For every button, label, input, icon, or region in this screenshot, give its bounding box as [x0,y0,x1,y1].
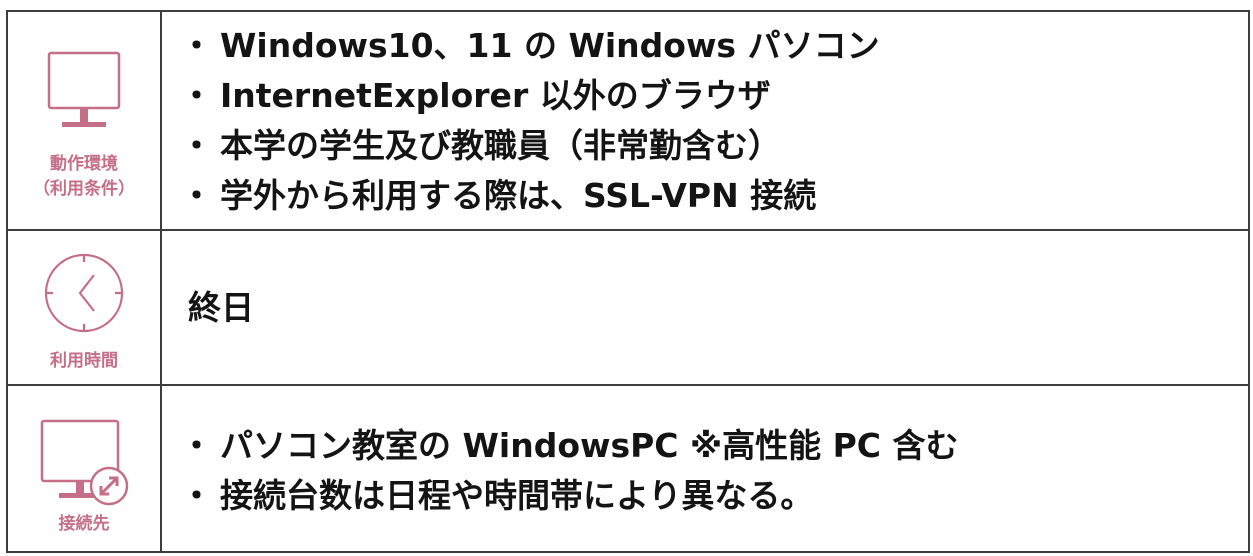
environment-label-line-1: 動作環境 [50,154,118,174]
bullet: ・ [180,426,213,465]
row-hours: 利用時間 終日 [8,231,1248,386]
row-connection: 接続先 ・パソコン教室の WindowsPC ※高性能 PC 含む ・接続台数は… [8,386,1248,551]
connection-label: 接続先 [58,514,110,534]
connection-item-text: 接続台数は日程や時間帯により異なる。 [220,476,814,515]
environment-item-text: Windows10、11 の Windows パソコン [220,26,880,65]
bullet: ・ [180,126,213,165]
clock-icon [44,253,124,333]
connection-text-cell: ・パソコン教室の WindowsPC ※高性能 PC 含む ・接続台数は日程や時… [162,386,1248,551]
remote-desktop-icon [40,419,129,506]
bullet: ・ [180,26,213,65]
environment-item: ・学外から利用する際は、SSL-VPN 接続 [180,174,816,218]
environment-item-text: InternetExplorer 以外のブラウザ [220,76,771,115]
environment-item: ・ Windows10、11 の Windows パソコン [180,24,880,68]
connection-item: ・パソコン教室の WindowsPC ※高性能 PC 含む [180,424,958,468]
row-environment: 動作環境 （利用条件） ・ Windows10、11 の Windows パソコン… [8,12,1248,231]
bullet: ・ [180,76,213,115]
environment-item: ・本学の学生及び教職員（非常勤含む） [180,124,781,168]
bullet: ・ [180,476,213,515]
environment-item-text: 学外から利用する際は、SSL-VPN 接続 [220,176,817,215]
hours-value: 終日 [188,288,254,327]
hours-text-cell: 終日 [162,231,1248,384]
environment-label-line-2: （利用条件） [33,179,135,199]
hours-label: 利用時間 [50,351,118,371]
bullet: ・ [180,176,213,215]
connection-item-text: パソコン教室の WindowsPC ※高性能 PC 含む [220,426,959,465]
environment-item: ・ InternetExplorer 以外のブラウザ [180,74,771,118]
monitor-icon [47,51,121,127]
environment-text-cell: ・ Windows10、11 の Windows パソコン ・ InternetEx… [162,12,1248,229]
connection-item: ・接続台数は日程や時間帯により異なる。 [180,474,813,518]
connection-icon-cell: 接続先 [8,386,162,551]
environment-icon-cell: 動作環境 （利用条件） [8,12,162,229]
hours-icon-cell: 利用時間 [8,231,162,384]
info-table: 動作環境 （利用条件） ・ Windows10、11 の Windows パソコン… [6,10,1250,553]
environment-item-text: 本学の学生及び教職員（非常勤含む） [220,126,781,165]
